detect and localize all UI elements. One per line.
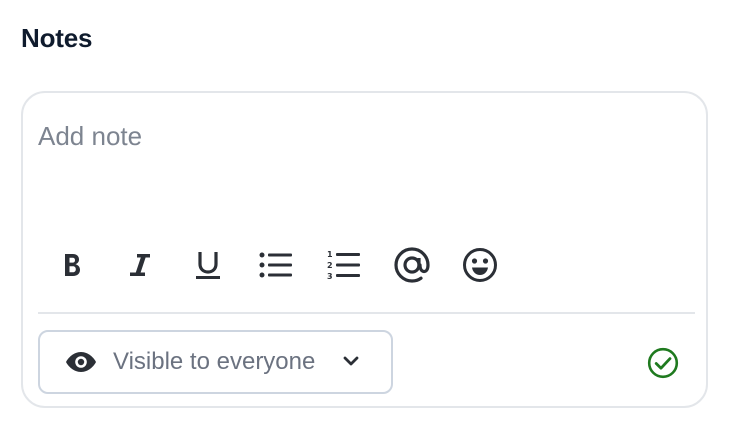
visibility-dropdown[interactable]: Visible to everyone — [38, 330, 393, 394]
emoji-button[interactable] — [459, 243, 501, 287]
svg-text:2: 2 — [327, 261, 333, 270]
numbered-list-icon: 1 2 3 — [327, 250, 360, 280]
check-circle-icon[interactable] — [647, 347, 679, 379]
bulleted-list-button[interactable] — [255, 243, 297, 287]
notes-title: Notes — [21, 23, 93, 53]
visibility-selected-value: Visible to everyone — [113, 348, 316, 375]
underline-icon — [196, 252, 220, 279]
editor-divider — [38, 312, 695, 314]
mention-button[interactable] — [391, 243, 433, 287]
numbered-list-button[interactable]: 1 2 3 — [323, 243, 365, 287]
eye-icon — [66, 352, 96, 372]
italic-icon — [130, 254, 150, 276]
notes-page: Notes Add note 1 2 3 Visible to everyone — [0, 0, 734, 432]
smiley-icon — [463, 248, 497, 282]
bulleted-list-icon — [259, 252, 292, 278]
formatting-toolbar: 1 2 3 — [51, 241, 527, 289]
bold-icon — [65, 254, 80, 276]
note-input[interactable] — [38, 119, 688, 239]
at-sign-icon — [394, 247, 430, 283]
svg-text:3: 3 — [327, 272, 333, 280]
bold-button[interactable] — [51, 243, 93, 287]
italic-button[interactable] — [119, 243, 161, 287]
chevron-down-icon — [343, 356, 359, 366]
underline-button[interactable] — [187, 243, 229, 287]
note-editor-card: 1 2 3 — [21, 91, 708, 408]
svg-text:1: 1 — [327, 250, 333, 259]
